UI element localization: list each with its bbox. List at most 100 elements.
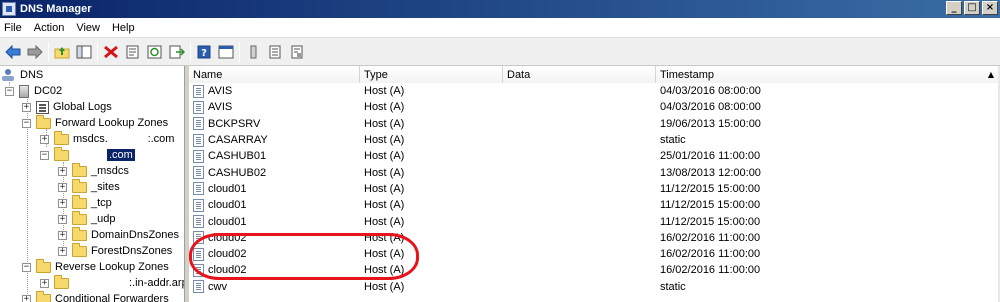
maximize-button[interactable]: □ <box>964 1 980 15</box>
menu-action[interactable]: Action <box>28 22 71 34</box>
toolbar-separator <box>97 41 98 62</box>
column-header-data[interactable]: Data <box>503 66 656 83</box>
dns-manager-app-icon[interactable] <box>2 2 16 16</box>
help-icon[interactable]: ? <box>193 41 215 63</box>
column-header-label: Timestamp <box>660 68 714 81</box>
show-hide-tree-icon[interactable] <box>73 41 95 63</box>
up-folder-icon[interactable] <box>51 41 73 63</box>
host-record-icon <box>193 182 204 196</box>
folder-icon <box>54 274 69 289</box>
window-controls: _ □ × <box>946 1 998 15</box>
record-name: cloud01 <box>208 182 247 195</box>
details-view-icon[interactable] <box>286 41 308 63</box>
tree-item-forward-lookup-zones[interactable]: − Forward Lookup Zones <box>22 114 168 131</box>
folder-icon <box>72 210 87 225</box>
folder-icon <box>72 194 87 209</box>
expand-icon[interactable]: + <box>58 214 67 224</box>
table-row[interactable]: cloud02 Host (A) 16/02/2016 11:00:00 <box>189 230 1000 246</box>
sort-up-icon: ▲ <box>987 70 994 79</box>
host-record-icon <box>193 198 204 212</box>
table-row[interactable]: cloud02 Host (A) 16/02/2016 11:00:00 <box>189 246 1000 262</box>
folder-icon <box>36 258 51 273</box>
tree-item-tcp[interactable]: + _tcp <box>58 194 112 211</box>
column-header-timestamp[interactable]: Timestamp ▲ <box>656 66 1000 83</box>
table-row[interactable]: cwv Host (A) static <box>189 279 1000 295</box>
tree-item-dns[interactable]: DNS <box>2 67 43 83</box>
tree-item-reverse-lookup-zones[interactable]: − Reverse Lookup Zones <box>22 258 169 275</box>
close-button[interactable]: × <box>982 1 998 15</box>
menu-view[interactable]: View <box>70 22 106 34</box>
record-type: Host (A) <box>364 85 405 98</box>
properties-icon[interactable] <box>122 41 144 63</box>
expand-icon[interactable]: + <box>22 294 31 302</box>
expand-icon[interactable]: + <box>22 102 31 112</box>
expand-icon[interactable]: + <box>58 246 67 256</box>
expand-icon[interactable]: + <box>58 230 67 240</box>
menu-help[interactable]: Help <box>106 22 141 34</box>
expand-icon[interactable]: + <box>58 182 67 192</box>
host-record-icon <box>193 247 204 261</box>
collapse-icon[interactable]: − <box>40 150 49 160</box>
menu-file[interactable]: File <box>0 22 28 34</box>
table-row[interactable]: cloud02 Host (A) 16/02/2016 11:00:00 <box>189 262 1000 278</box>
table-row[interactable]: cloud01 Host (A) 11/12/2015 15:00:00 <box>189 213 1000 229</box>
minimize-button[interactable]: _ <box>946 1 962 15</box>
export-list-icon[interactable] <box>166 41 188 63</box>
expand-icon[interactable]: + <box>58 198 67 208</box>
cell-name: CASHUB02 <box>189 166 360 180</box>
expand-icon[interactable]: + <box>40 278 49 288</box>
title-bar: DNS Manager _ □ × <box>0 0 1000 18</box>
folder-icon <box>54 130 69 145</box>
delete-icon[interactable] <box>100 41 122 63</box>
cell-name: cloud01 <box>189 182 360 196</box>
forward-arrow-icon[interactable] <box>24 41 46 63</box>
console-tree[interactable]: DNS − DC02 + Global Logs − Forward Looku… <box>0 66 185 302</box>
tree-item-udp[interactable]: + _udp <box>58 210 115 227</box>
expand-icon[interactable]: + <box>58 166 67 176</box>
expand-icon[interactable]: + <box>40 134 49 144</box>
record-type: Host (A) <box>364 264 405 277</box>
record-name: CASARRAY <box>208 134 268 147</box>
record-type: Host (A) <box>364 134 405 147</box>
table-row[interactable]: AVIS Host (A) 04/03/2016 08:00:00 <box>189 83 1000 99</box>
back-arrow-icon[interactable] <box>2 41 24 63</box>
records-list[interactable]: Name Type Data Timestamp ▲ AVIS Host (A) 0… <box>189 66 1000 302</box>
tree-item-msdcs[interactable]: + _msdcs <box>58 162 129 179</box>
collapse-icon[interactable]: − <box>22 262 31 272</box>
tree-item-msdcs-zone[interactable]: + msdcs. :.com <box>40 130 174 147</box>
record-type: Host (A) <box>364 280 405 293</box>
tree-item-label: Global Logs <box>53 101 112 113</box>
collapse-icon[interactable]: − <box>22 118 31 128</box>
tree-item-global-logs[interactable]: + Global Logs <box>22 99 112 115</box>
view-icon[interactable] <box>215 41 237 63</box>
tree-item-forestdnszones[interactable]: + ForestDnsZones <box>58 242 172 259</box>
table-row[interactable]: CASHUB02 Host (A) 13/08/2013 12:00:00 <box>189 164 1000 180</box>
collapse-icon[interactable]: − <box>5 86 14 96</box>
toolbar-separator <box>48 41 49 62</box>
folder-icon <box>36 114 51 129</box>
column-header-type[interactable]: Type <box>360 66 503 83</box>
table-row[interactable]: cloud01 Host (A) 11/12/2015 15:00:00 <box>189 181 1000 197</box>
tree-item-sites[interactable]: + _sites <box>58 178 120 195</box>
cell-name: CASARRAY <box>189 133 360 147</box>
refresh-icon[interactable] <box>144 41 166 63</box>
folder-icon <box>36 290 51 302</box>
table-row[interactable]: AVIS Host (A) 04/03/2016 08:00:00 <box>189 99 1000 115</box>
table-row[interactable]: BCKPSRV Host (A) 19/06/2013 15:00:00 <box>189 116 1000 132</box>
list-view-icon[interactable] <box>264 41 286 63</box>
record-timestamp: 16/02/2016 11:00:00 <box>660 248 761 261</box>
tree-item-domaindnszones[interactable]: + DomainDnsZones <box>58 226 179 243</box>
cell-name: cloud01 <box>189 198 360 212</box>
tree-item-dc02[interactable]: − DC02 <box>5 83 62 99</box>
table-row[interactable]: cloud01 Host (A) 11/12/2015 15:00:00 <box>189 197 1000 213</box>
tree-item-selected-zone[interactable]: − .com <box>40 146 135 163</box>
table-row[interactable]: CASARRAY Host (A) static <box>189 132 1000 148</box>
tree-item-reverse-zone[interactable]: + :.in-addr.arpa <box>40 274 184 291</box>
cell-name: BCKPSRV <box>189 117 360 131</box>
cell-name: cloud01 <box>189 215 360 229</box>
record-name: BCKPSRV <box>208 117 261 130</box>
table-row[interactable]: CASHUB01 Host (A) 25/01/2016 11:00:00 <box>189 148 1000 164</box>
tree-item-conditional-forwarders[interactable]: + Conditional Forwarders <box>22 290 169 302</box>
new-host-icon[interactable] <box>242 41 264 63</box>
column-header-name[interactable]: Name <box>189 66 360 83</box>
